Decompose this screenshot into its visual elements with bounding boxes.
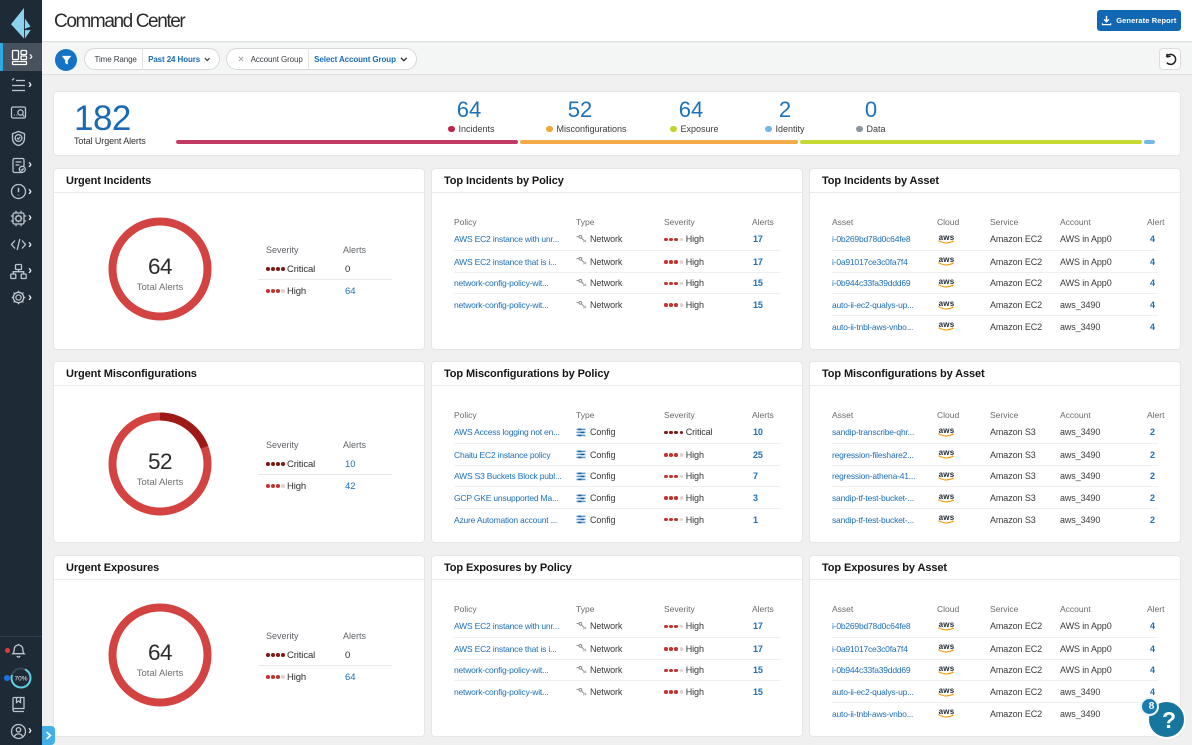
- svg-text:70%: 70%: [14, 675, 27, 682]
